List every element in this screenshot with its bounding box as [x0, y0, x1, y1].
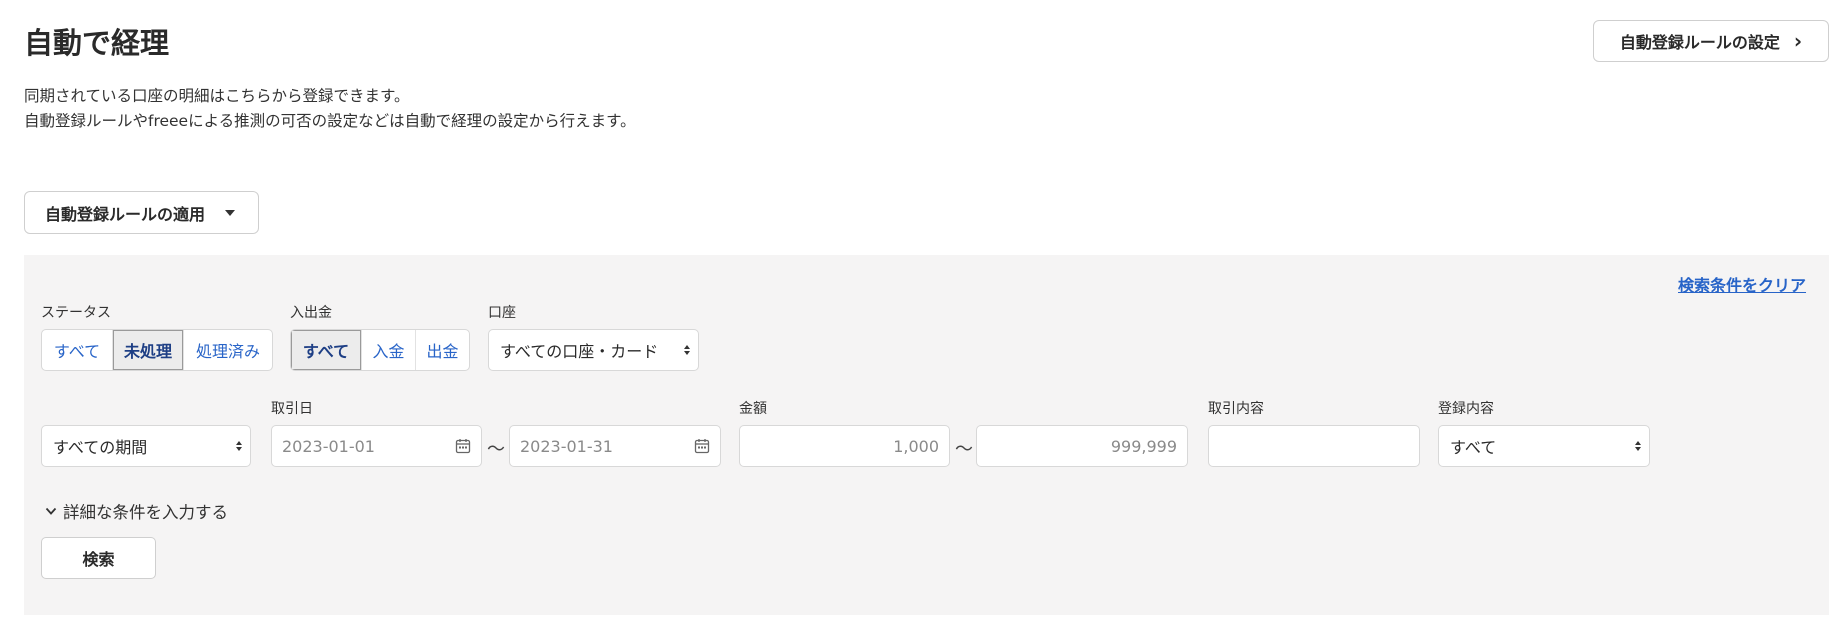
registered-content-select[interactable]: すべて: [1438, 425, 1650, 467]
page-description: 同期されている口座の明細はこちらから登録できます。 自動登録ルールやfreeeに…: [24, 84, 636, 134]
date-from-input[interactable]: 2023-01-01: [271, 425, 482, 467]
inout-option-deposit[interactable]: 入金: [362, 330, 416, 370]
status-label: ステータス: [41, 305, 111, 321]
page-title: 自動で経理: [24, 26, 170, 60]
status-option-processed[interactable]: 処理済み: [184, 330, 272, 370]
detailed-conditions-label: 詳細な条件を入力する: [63, 503, 228, 522]
search-filter-panel: 検索条件をクリア ステータス すべて 未処理 処理済み 入出金 すべて 入金 出…: [24, 255, 1829, 615]
apply-auto-rule-dropdown[interactable]: 自動登録ルールの適用: [24, 191, 259, 234]
inout-segmented-control: すべて 入金 出金: [290, 329, 470, 371]
auto-rule-settings-button[interactable]: 自動登録ルールの設定 ›: [1593, 20, 1829, 62]
transaction-content-label: 取引内容: [1208, 401, 1264, 417]
select-arrows-icon: [236, 441, 242, 451]
inout-label: 入出金: [290, 305, 332, 321]
caret-down-icon: [225, 209, 236, 216]
amount-min-input[interactable]: 1,000: [739, 425, 950, 467]
inout-option-withdrawal[interactable]: 出金: [416, 330, 469, 370]
clear-conditions-link[interactable]: 検索条件をクリア: [1678, 272, 1806, 296]
auto-rule-settings-label: 自動登録ルールの設定: [1619, 33, 1780, 52]
chevron-down-icon: [45, 507, 57, 515]
amount-min-placeholder: 1,000: [893, 436, 939, 456]
calendar-icon: [694, 439, 710, 454]
registered-content-label: 登録内容: [1438, 401, 1494, 417]
status-option-all[interactable]: すべて: [42, 330, 113, 370]
chevron-right-icon: ›: [1793, 29, 1803, 53]
amount-max-placeholder: 999,999: [1110, 436, 1177, 456]
inout-option-all[interactable]: すべて: [291, 330, 362, 370]
description-line-2: 自動登録ルールやfreeeによる推測の可否の設定などは自動で経理の設定から行えま…: [24, 112, 636, 130]
amount-label: 金額: [739, 401, 767, 417]
account-select-value: すべての口座・カード: [500, 342, 659, 361]
date-range-separator: ～: [487, 439, 505, 460]
period-select[interactable]: すべての期間: [41, 425, 251, 467]
select-arrows-icon: [1635, 441, 1641, 451]
apply-auto-rule-label: 自動登録ルールの適用: [45, 204, 206, 224]
date-from-placeholder: 2023-01-01: [282, 436, 375, 456]
calendar-icon: [455, 439, 471, 454]
status-option-unprocessed[interactable]: 未処理: [113, 330, 184, 370]
select-arrows-icon: [684, 345, 690, 355]
search-button[interactable]: 検索: [41, 537, 156, 579]
period-select-value: すべての期間: [53, 438, 148, 457]
registered-content-value: すべて: [1450, 438, 1497, 457]
amount-max-input[interactable]: 999,999: [976, 425, 1188, 467]
description-line-1: 同期されている口座の明細はこちらから登録できます。: [24, 87, 410, 105]
account-label: 口座: [488, 305, 516, 321]
detailed-conditions-toggle[interactable]: 詳細な条件を入力する: [44, 499, 228, 523]
amount-range-separator: ～: [955, 439, 973, 460]
transaction-date-label: 取引日: [271, 401, 313, 417]
date-to-placeholder: 2023-01-31: [520, 436, 613, 456]
date-to-input[interactable]: 2023-01-31: [509, 425, 721, 467]
status-segmented-control: すべて 未処理 処理済み: [41, 329, 273, 371]
transaction-content-input[interactable]: [1208, 425, 1420, 467]
account-select[interactable]: すべての口座・カード: [488, 329, 699, 371]
